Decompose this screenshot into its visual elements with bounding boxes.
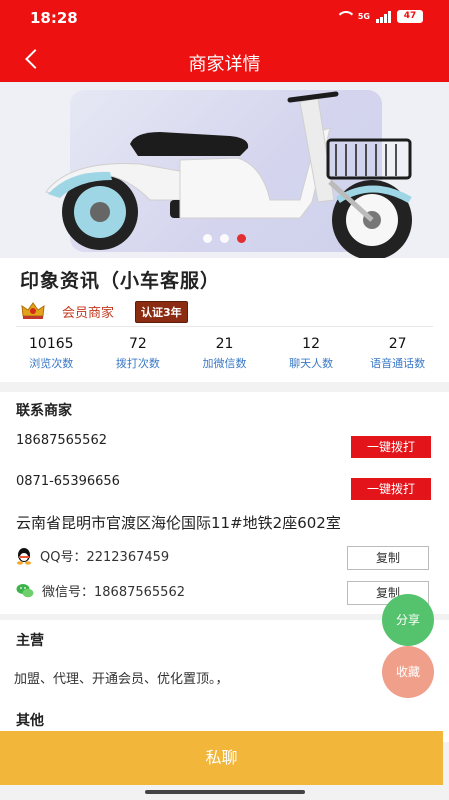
- qq-line: QQ号：2212367459: [16, 546, 169, 565]
- wechat-line: 微信号：18687565562: [16, 581, 185, 600]
- banner-dot[interactable]: [220, 234, 229, 243]
- wechat-id: 微信号：18687565562: [42, 585, 185, 600]
- stat-label: 拨打次数: [115, 357, 160, 370]
- favorite-button[interactable]: 收藏: [382, 646, 434, 698]
- status-time: 18:28: [30, 9, 78, 27]
- main-business-text: 加盟、代理、开通会员、优化置顶。，: [14, 672, 229, 687]
- share-button[interactable]: 分享: [382, 594, 434, 646]
- stat-value: 72: [128, 336, 147, 352]
- other-heading: 其他: [16, 713, 44, 729]
- qq-icon: [17, 547, 31, 565]
- stat-calls: 72 拨打次数: [95, 336, 182, 371]
- product-banner[interactable]: [0, 82, 449, 258]
- merchant-type-label: 会员商家: [62, 306, 115, 321]
- signal-icon: [376, 10, 391, 23]
- stat-label: 语音通话数: [370, 357, 426, 370]
- merchant-address: 云南省昆明市官渡区海伦国际11#地铁2座602室: [16, 514, 341, 532]
- copy-qq-button[interactable]: 复制: [347, 546, 429, 570]
- main-business-heading: 主营: [16, 633, 44, 649]
- status-bar: 18:28 5G 47: [0, 0, 449, 36]
- call-button-2[interactable]: 一键拨打: [351, 478, 431, 500]
- stat-value: 12: [302, 336, 320, 352]
- stat-label: 浏览次数: [29, 357, 74, 370]
- stat-value: 27: [388, 336, 407, 352]
- stat-voice-calls: 27 语音通话数: [354, 336, 441, 371]
- phone-number-1: 18687565562: [16, 433, 107, 448]
- stat-label: 聊天人数: [289, 357, 334, 370]
- home-indicator: [145, 790, 305, 794]
- banner-dot[interactable]: [203, 234, 212, 243]
- stat-chat-users: 12 聊天人数: [268, 336, 355, 371]
- merchant-detail-page: 18:28 5G 47 商家详情 印象资讯（小车客服） 会员商家 认证3年 10…: [0, 0, 449, 800]
- banner-indicator: [0, 234, 449, 243]
- network-type: 5G: [357, 11, 370, 21]
- merchant-card: 印象资讯（小车客服） 会员商家 认证3年 10165 浏览次数 72 拨打次数 …: [0, 258, 449, 382]
- merchant-stats: 10165 浏览次数 72 拨打次数 21 加微信数 12 聊天人数 27 语音…: [8, 336, 441, 371]
- page-title: 商家详情: [188, 54, 261, 75]
- battery-icon: 47: [397, 10, 423, 23]
- divider: [16, 326, 433, 327]
- contact-section: 联系商家 18687565562 一键拨打 0871-65396656 一键拨打…: [0, 392, 449, 614]
- merchant-name: 印象资讯（小车客服）: [20, 270, 221, 292]
- stat-value: 21: [215, 336, 234, 352]
- phone-number-2: 0871-65396656: [16, 474, 120, 489]
- qq-number: QQ号：2212367459: [40, 550, 170, 565]
- stat-views: 10165 浏览次数: [8, 336, 95, 371]
- private-chat-button[interactable]: 私聊: [0, 731, 443, 785]
- wechat-icon: [16, 583, 34, 597]
- member-crown-icon: [21, 302, 45, 319]
- wifi-icon: [336, 11, 352, 23]
- nav-bar: 商家详情: [0, 40, 449, 82]
- scooter-image: [45, 91, 412, 258]
- banner-dot-active[interactable]: [237, 234, 246, 243]
- stat-wechat-adds: 21 加微信数: [181, 336, 268, 371]
- stat-value: 10165: [29, 336, 74, 352]
- contact-heading: 联系商家: [16, 403, 72, 419]
- stat-label: 加微信数: [202, 357, 247, 370]
- call-button-1[interactable]: 一键拨打: [351, 436, 431, 458]
- status-icons: 5G 47: [336, 10, 423, 23]
- certified-badge: 认证3年: [135, 301, 188, 323]
- top-bar: 18:28 5G 47 商家详情: [0, 0, 449, 82]
